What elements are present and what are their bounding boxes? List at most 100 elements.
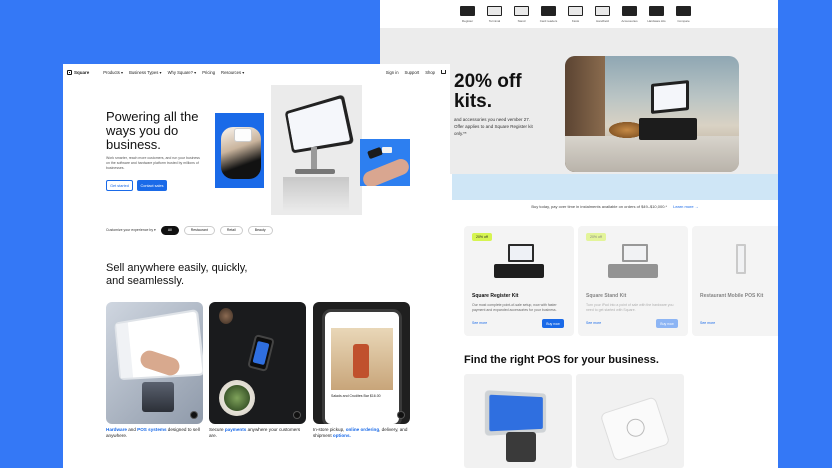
category-card-readers[interactable]: Card readers [535, 0, 562, 28]
tile-online-ordering[interactable]: Salads and Crudites Bar $16.00 [313, 302, 410, 424]
terminal-device-image [599, 396, 671, 462]
tile-payments[interactable] [209, 302, 306, 424]
see-more-link[interactable]: See more [586, 321, 601, 325]
card-reader [235, 129, 251, 141]
top-nav: Square Products ▾ Business Types ▾ Why S… [63, 64, 450, 80]
register-screen [651, 80, 689, 114]
caption-online-ordering: In-store pickup, online ordering, delive… [313, 427, 408, 439]
play-icon[interactable] [191, 412, 197, 418]
kiosk-icon [568, 6, 583, 16]
nav-business-types[interactable]: Business Types ▾ [129, 70, 162, 75]
filter-restaurant[interactable]: Restaurant [183, 225, 215, 235]
get-started-button[interactable]: Get started [106, 180, 133, 191]
category-hardware-kits[interactable]: Hardware kits [643, 0, 670, 28]
tile-hardware[interactable] [106, 302, 203, 424]
hardware-link[interactable]: Hardware [106, 427, 127, 432]
category-terminal[interactable]: Terminal [481, 0, 508, 28]
caption-payments: Secure payments anywhere your customers … [209, 427, 301, 439]
sell-anywhere-title: Sell anywhere easily, quickly, and seaml… [106, 262, 248, 287]
kit-card-restaurant[interactable]: Restaurant Mobile POS Kit See more [692, 226, 778, 336]
play-icon[interactable] [398, 412, 404, 418]
cafe-counter [565, 136, 739, 172]
promo-body: and accessories you need vember 27. Offe… [454, 117, 533, 136]
shop-link[interactable]: Shop [425, 70, 435, 75]
menu-item-text: Salads and Crudites Bar $16.00 [331, 394, 381, 398]
options-link[interactable]: options. [333, 433, 351, 438]
phone [367, 146, 383, 160]
see-more-link[interactable]: See more [700, 321, 715, 325]
nav-pricing[interactable]: Pricing [202, 70, 215, 75]
see-more-link[interactable]: See more [472, 321, 487, 325]
stand-kit-image [602, 242, 662, 282]
filter-retail[interactable]: Retail [219, 225, 243, 235]
category-accessories[interactable]: Accessories [616, 0, 643, 28]
kit-description: Our most complete point-of-sale setup, n… [472, 303, 557, 312]
category-register[interactable]: Register [454, 0, 481, 28]
nav-right: Sign in Support Shop [386, 70, 446, 75]
promo-photo [565, 56, 739, 172]
cash-drawer [639, 118, 697, 140]
cart-icon[interactable] [441, 70, 446, 74]
stand-device-image [484, 390, 547, 436]
ordering-tablet: Salads and Crudites Bar $16.00 [325, 312, 399, 424]
buy-now-button[interactable]: Buy now [542, 319, 564, 328]
play-icon[interactable] [294, 412, 300, 418]
register-kit-image [488, 242, 548, 282]
caption-hardware: Hardware and POS systems designed to sel… [106, 427, 200, 439]
support-link[interactable]: Support [405, 70, 420, 75]
kit-description: Turn your iPad into a point of sale with… [586, 303, 674, 312]
phone-payment [247, 334, 275, 372]
category-nav: Register Terminal Stand Card readers Kio… [380, 0, 778, 28]
category-stand[interactable]: Stand [508, 0, 535, 28]
hero-title: Powering all the ways you do business. [106, 109, 199, 152]
nav-resources[interactable]: Resources ▾ [221, 70, 244, 75]
salad-plate [219, 380, 255, 416]
finance-bar: Buy today, pay over time in instalments … [452, 200, 778, 212]
square-logo[interactable]: Square [67, 69, 89, 75]
reader-icon [541, 6, 556, 16]
register-icon [460, 6, 475, 16]
nav-why-square[interactable]: Why Square? ▾ [168, 70, 197, 75]
finance-strip [452, 174, 778, 200]
discount-badge: 20% off [472, 233, 492, 241]
stand-base [506, 432, 536, 462]
accessories-icon [622, 6, 637, 16]
register-screen [284, 94, 355, 154]
category-kiosk[interactable]: Kiosk [562, 0, 589, 28]
category-compare[interactable]: Compare [670, 0, 697, 28]
nav-links: Products ▾ Business Types ▾ Why Square? … [103, 70, 244, 75]
filter-all[interactable]: All [160, 225, 179, 235]
discount-badge: 20% off [586, 233, 606, 241]
pos-stand [142, 382, 174, 412]
category-handheld[interactable]: Handheld [589, 0, 616, 28]
contact-sales-button[interactable]: Contact sales [137, 180, 167, 191]
buy-now-button[interactable]: Buy now [656, 319, 678, 328]
kit-name: Square Stand Kit [586, 293, 627, 299]
pos-systems-link[interactable]: POS systems [137, 427, 166, 432]
restaurant-kit-image [728, 242, 778, 282]
pos-card-stand[interactable] [464, 374, 572, 468]
finance-text: Buy today, pay over time in instalments … [531, 203, 668, 209]
hero-card-reader-photo [215, 113, 264, 188]
customize-bar: Customize your experience by ▾ All Resta… [106, 224, 273, 236]
compare-icon [676, 6, 691, 16]
menu-item-image [331, 328, 393, 390]
sign-in-link[interactable]: Sign in [386, 70, 399, 75]
kit-card-stand[interactable]: 20% off Square Stand Kit Turn your iPad … [578, 226, 688, 336]
nav-products[interactable]: Products ▾ [103, 70, 123, 75]
hero-subtitle: Work smarter, reach more customers, and … [106, 156, 200, 170]
square-logo-icon [67, 69, 72, 75]
promo-title: 20% off kits. [454, 71, 522, 112]
kit-card-register[interactable]: 20% off Square Register Kit Our most com… [464, 226, 574, 336]
finance-learn-more-link[interactable]: Learn more → [673, 204, 699, 209]
pos-card-terminal[interactable] [576, 374, 684, 468]
payment-card [382, 147, 392, 153]
customize-label[interactable]: Customize your experience by ▾ [106, 228, 156, 232]
kits-icon [649, 6, 664, 16]
terminal-icon [487, 6, 502, 16]
online-ordering-link[interactable]: online ordering [346, 427, 379, 432]
kit-name: Restaurant Mobile POS Kit [700, 293, 764, 299]
hero-register-photo [271, 85, 362, 215]
filter-beauty[interactable]: Beauty [247, 225, 273, 235]
payments-link[interactable]: payments [225, 427, 246, 432]
